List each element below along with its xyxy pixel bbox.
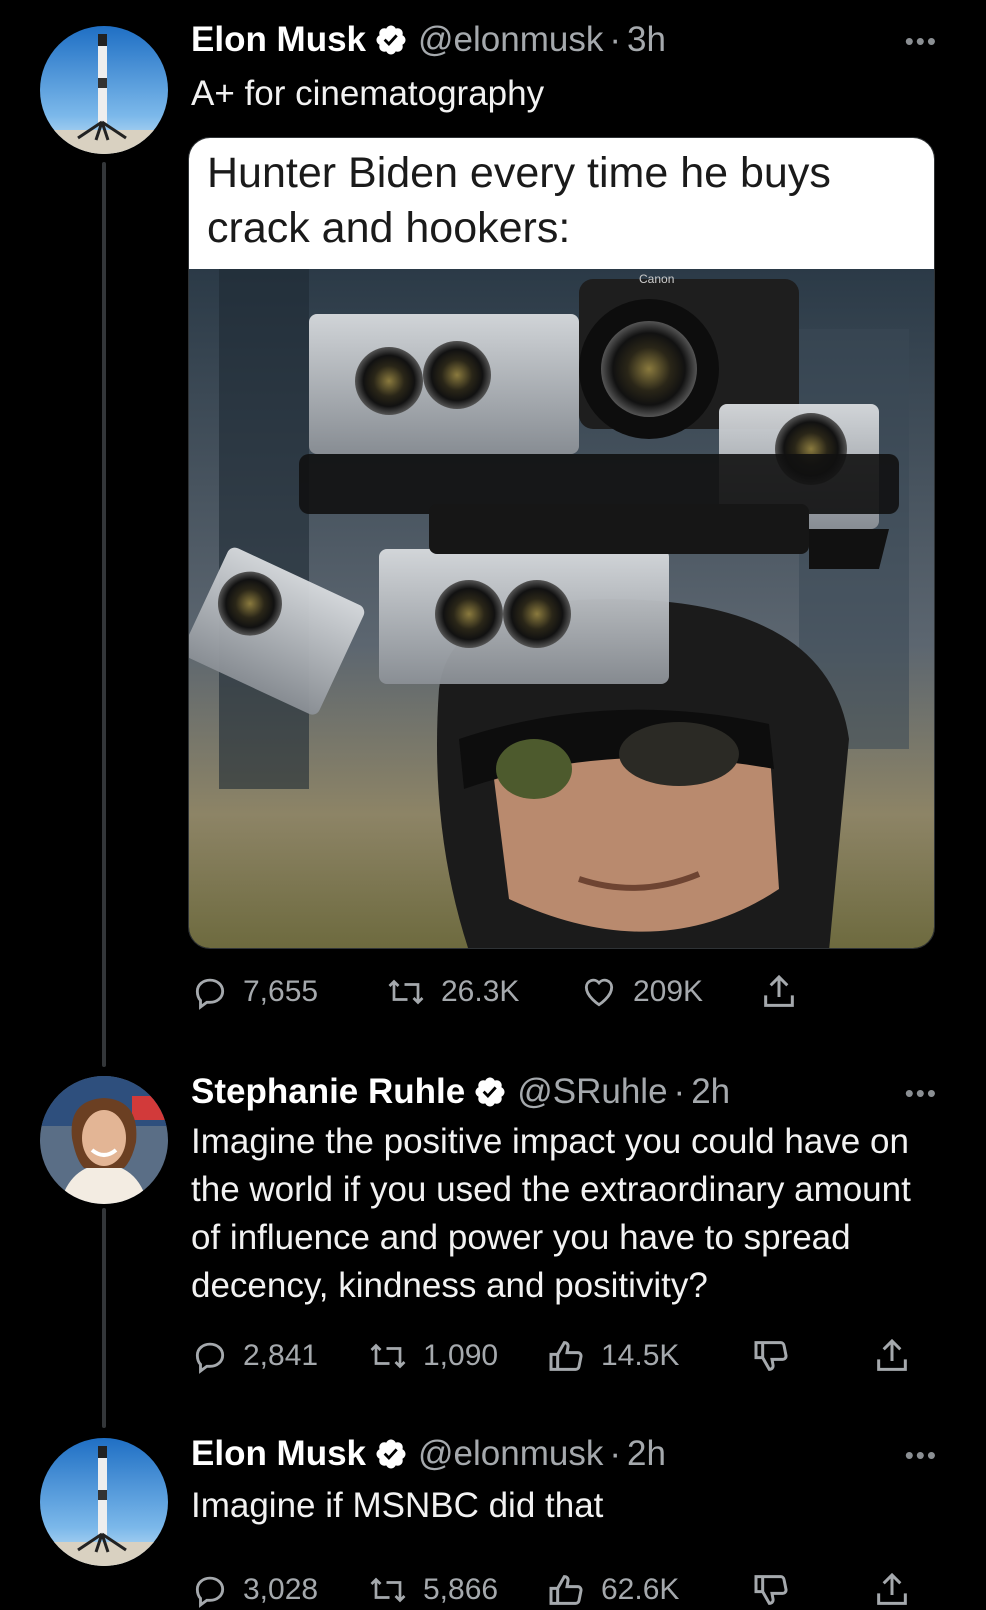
verified-badge-icon (475, 1077, 505, 1107)
dislike-button[interactable] (750, 1570, 872, 1610)
retweet-count: 26.3K (441, 975, 520, 1008)
retweet-count: 5,866 (423, 1573, 499, 1606)
reply-count: 2,841 (243, 1339, 319, 1372)
dislike-button[interactable] (750, 1336, 872, 1376)
like-count: 62.6K (601, 1573, 680, 1606)
meme-caption: Hunter Biden every time he buys crack an… (189, 138, 934, 269)
retweet-icon (370, 1577, 406, 1603)
separator-dot: · (609, 1434, 622, 1473)
meme-photo: Canon (189, 269, 934, 948)
retweet-count: 1,090 (423, 1339, 499, 1372)
camera-brand: Canon (639, 272, 674, 286)
timestamp[interactable]: 2h (691, 1072, 730, 1112)
dislike-icon (754, 1575, 788, 1605)
share-icon (764, 974, 794, 1007)
like-count: 14.5K (601, 1339, 680, 1372)
tweet-actions: 3,028 5,866 62.6K (191, 1570, 926, 1610)
tweet-text: Imagine the positive impact you could ha… (191, 1122, 911, 1305)
share-icon (877, 1572, 907, 1605)
like-thumb-icon (549, 1575, 583, 1605)
timestamp[interactable]: 3h (627, 20, 666, 60)
like-heart-icon (584, 978, 614, 1007)
dislike-icon (754, 1341, 788, 1371)
author-handle[interactable]: @elonmusk (418, 1434, 603, 1474)
tweet-3[interactable]: Elon Musk @elonmusk · 2h ••• Imagine if … (191, 1434, 938, 1530)
like-button[interactable]: 209K (579, 973, 759, 1011)
tweet-2[interactable]: Stephanie Ruhle @SRuhle · 2h ••• Imagine… (191, 1072, 938, 1310)
tweet-1[interactable]: Elon Musk @elonmusk · 3h ••• A+ for cine… (191, 20, 938, 118)
like-button[interactable]: 14.5K (545, 1336, 750, 1376)
author-name[interactable]: Elon Musk (191, 1434, 366, 1474)
avatar[interactable] (40, 1438, 168, 1566)
retweet-button[interactable]: 1,090 (367, 1337, 545, 1375)
author-name[interactable]: Stephanie Ruhle (191, 1072, 465, 1112)
reply-button[interactable]: 3,028 (191, 1571, 367, 1609)
reply-icon (195, 1342, 225, 1374)
share-button[interactable] (872, 1570, 926, 1610)
retweet-icon (370, 1343, 406, 1369)
timestamp[interactable]: 2h (627, 1434, 666, 1474)
reply-icon (195, 1576, 225, 1608)
retweet-icon (388, 979, 424, 1005)
separator-dot: · (609, 20, 622, 59)
share-icon (877, 1338, 907, 1371)
avatar[interactable] (40, 1076, 168, 1204)
thread-line (102, 1208, 106, 1428)
verified-badge-icon (376, 1439, 406, 1469)
verified-badge-icon (376, 25, 406, 55)
like-thumb-icon (549, 1341, 583, 1371)
tweet-text: A+ for cinematography (191, 74, 545, 113)
thread-line (102, 162, 106, 1067)
like-count: 209K (633, 975, 704, 1008)
reply-button[interactable]: 7,655 (191, 973, 385, 1011)
share-button[interactable] (759, 972, 813, 1012)
retweet-button[interactable]: 26.3K (385, 973, 579, 1011)
reply-count: 7,655 (243, 975, 319, 1008)
tweet-actions: 2,841 1,090 14.5K (191, 1336, 926, 1376)
more-icon[interactable]: ••• (905, 26, 938, 57)
tweet-text: Imagine if MSNBC did that (191, 1486, 604, 1525)
separator-dot: · (673, 1072, 686, 1111)
retweet-button[interactable]: 5,866 (367, 1571, 545, 1609)
tweet-media[interactable]: Hunter Biden every time he buys crack an… (188, 137, 935, 949)
reply-icon (195, 978, 225, 1010)
author-handle[interactable]: @elonmusk (418, 20, 603, 60)
like-button[interactable]: 62.6K (545, 1570, 750, 1610)
author-name[interactable]: Elon Musk (191, 20, 366, 60)
reply-button[interactable]: 2,841 (191, 1337, 367, 1375)
more-icon[interactable]: ••• (905, 1440, 938, 1471)
reply-count: 3,028 (243, 1573, 319, 1606)
avatar[interactable] (40, 26, 168, 154)
author-handle[interactable]: @SRuhle (517, 1072, 667, 1112)
more-icon[interactable]: ••• (905, 1078, 938, 1109)
share-button[interactable] (872, 1336, 926, 1376)
tweet-actions: 7,655 26.3K 209K (191, 972, 813, 1012)
